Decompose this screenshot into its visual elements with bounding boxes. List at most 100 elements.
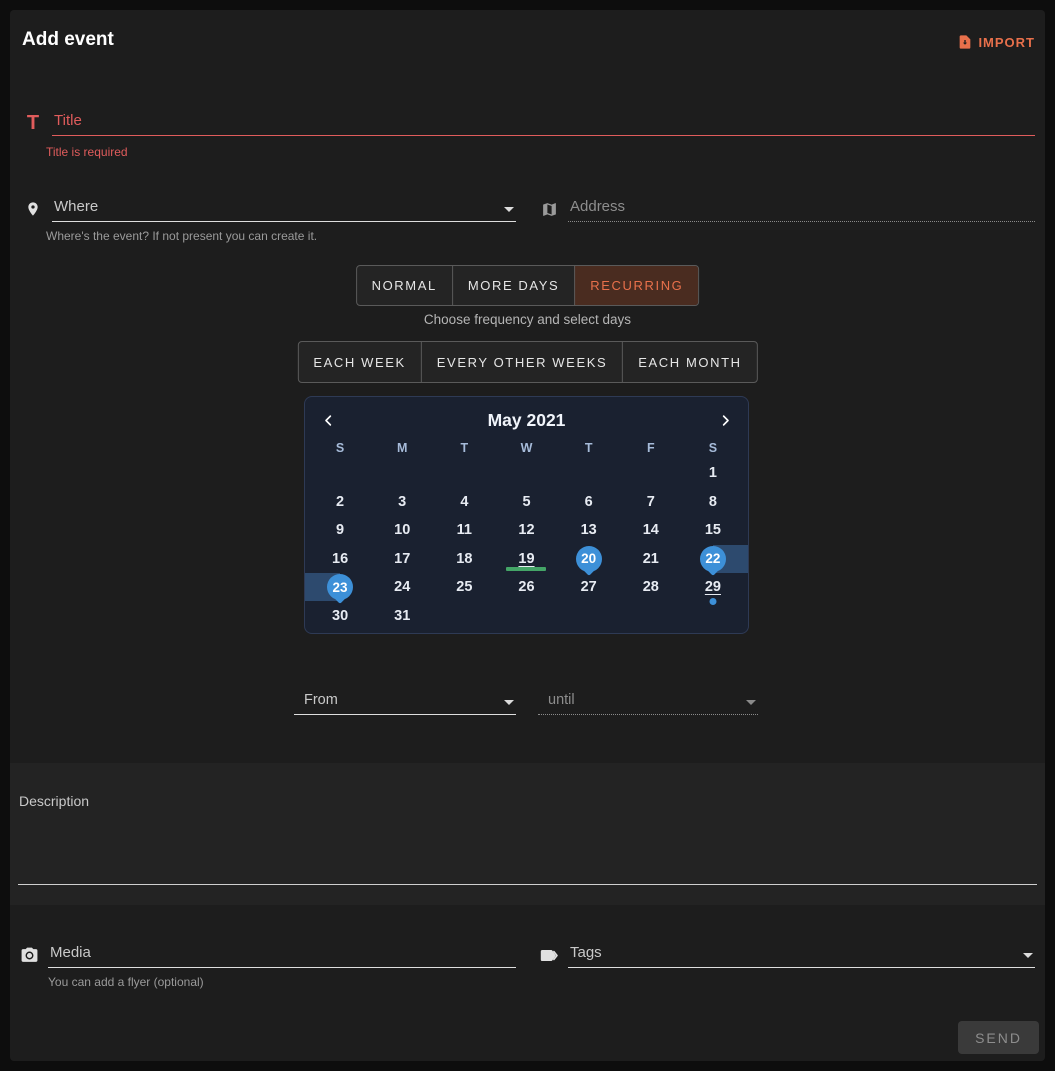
- calendar-day-12[interactable]: 12: [495, 516, 557, 545]
- calendar-day-20[interactable]: 20: [558, 545, 620, 574]
- day-number: 10: [394, 522, 410, 538]
- calendar-day-5[interactable]: 5: [495, 488, 557, 517]
- next-month-button[interactable]: [712, 407, 738, 433]
- calendar-day-empty: [495, 602, 557, 631]
- day-number: 1: [709, 465, 717, 481]
- from-time-select[interactable]: From: [294, 692, 516, 715]
- calendar-day-30[interactable]: 30: [309, 602, 371, 631]
- media-field[interactable]: Media: [18, 944, 516, 968]
- calendar-day-26[interactable]: 26: [495, 573, 557, 602]
- calendar-day-empty: [558, 459, 620, 488]
- weekday-label-3: W: [495, 437, 557, 459]
- previous-month-button[interactable]: [315, 407, 341, 433]
- add-event-dialog: Add event IMPORT T Title Title is requir…: [10, 10, 1045, 1061]
- address-field[interactable]: Address: [538, 198, 1035, 222]
- title-error-message: Title is required: [46, 145, 128, 159]
- text-title-icon: T: [22, 112, 44, 134]
- from-time-field[interactable]: From: [294, 692, 516, 715]
- tags-field[interactable]: Tags: [538, 944, 1035, 968]
- calendar-day-18[interactable]: 18: [433, 545, 495, 574]
- day-number: 28: [643, 579, 659, 595]
- calendar-day-9[interactable]: 9: [309, 516, 371, 545]
- weekday-label-2: T: [433, 437, 495, 459]
- calendar-day-15[interactable]: 15: [682, 516, 744, 545]
- tab-more-days[interactable]: MORE DAYS: [452, 266, 574, 305]
- calendar-day-19[interactable]: 19: [495, 545, 557, 574]
- selected-day-balloon: 23: [327, 574, 353, 600]
- day-number: 30: [332, 608, 348, 624]
- title-input[interactable]: Title: [52, 112, 1035, 136]
- calendar-day-empty: [495, 459, 557, 488]
- caret-down-icon: [504, 700, 514, 705]
- calendar-day-8[interactable]: 8: [682, 488, 744, 517]
- calendar-day-11[interactable]: 11: [433, 516, 495, 545]
- calendar-day-6[interactable]: 6: [558, 488, 620, 517]
- where-select[interactable]: Where: [52, 198, 516, 222]
- calendar-day-7[interactable]: 7: [620, 488, 682, 517]
- until-time-select[interactable]: until: [538, 692, 758, 715]
- calendar-day-21[interactable]: 21: [620, 545, 682, 574]
- day-number: 9: [336, 522, 344, 538]
- caret-down-icon: [746, 700, 756, 705]
- day-number: 16: [332, 551, 348, 567]
- tags-icon: [538, 944, 560, 966]
- day-number: 29: [705, 579, 721, 595]
- calendar-day-14[interactable]: 14: [620, 516, 682, 545]
- calendar-day-25[interactable]: 25: [433, 573, 495, 602]
- day-number: 17: [394, 551, 410, 567]
- day-number: 8: [709, 494, 717, 510]
- calendar-day-empty: [433, 459, 495, 488]
- frequency-option-each-month[interactable]: EACH MONTH: [622, 342, 756, 382]
- day-number: 24: [394, 579, 410, 595]
- tab-recurring[interactable]: RECURRING: [574, 266, 698, 305]
- calendar-day-10[interactable]: 10: [371, 516, 433, 545]
- chevron-left-icon: [321, 413, 336, 428]
- media-helper-text: You can add a flyer (optional): [48, 975, 204, 989]
- where-field[interactable]: Where: [22, 198, 516, 222]
- frequency-option-every-other-weeks[interactable]: EVERY OTHER WEEKS: [421, 342, 622, 382]
- day-number: 3: [398, 494, 406, 510]
- day-number: 2: [336, 494, 344, 510]
- weekday-label-0: S: [309, 437, 371, 459]
- media-input[interactable]: Media: [48, 944, 516, 968]
- day-number: 6: [585, 494, 593, 510]
- calendar-day-28[interactable]: 28: [620, 573, 682, 602]
- calendar-day-1[interactable]: 1: [682, 459, 744, 488]
- until-time-field[interactable]: until: [538, 692, 758, 715]
- page-title: Add event: [22, 29, 114, 51]
- calendar-day-empty: [371, 459, 433, 488]
- calendar-day-17[interactable]: 17: [371, 545, 433, 574]
- send-button[interactable]: SEND: [958, 1021, 1039, 1054]
- tags-select[interactable]: Tags: [568, 944, 1035, 968]
- calendar-day-16[interactable]: 16: [309, 545, 371, 574]
- calendar-day-24[interactable]: 24: [371, 573, 433, 602]
- description-input-underline[interactable]: [18, 884, 1037, 885]
- address-input[interactable]: Address: [568, 198, 1035, 222]
- day-number: 31: [394, 608, 410, 624]
- tab-normal[interactable]: NORMAL: [357, 266, 452, 305]
- date-picker-calendar: May 2021 SMTWTFS 12345678910111213141516…: [304, 396, 749, 634]
- calendar-day-23[interactable]: 23: [309, 573, 371, 602]
- calendar-day-empty: [558, 602, 620, 631]
- calendar-day-empty: [620, 602, 682, 631]
- title-field[interactable]: T Title: [22, 112, 1035, 136]
- calendar-day-13[interactable]: 13: [558, 516, 620, 545]
- calendar-day-27[interactable]: 27: [558, 573, 620, 602]
- caret-down-icon: [1023, 953, 1033, 958]
- calendar-header: May 2021: [305, 397, 748, 437]
- calendar-day-empty: [433, 602, 495, 631]
- calendar-weekday-row: SMTWTFS: [305, 437, 748, 459]
- frequency-option-each-week[interactable]: EACH WEEK: [298, 342, 420, 382]
- calendar-day-2[interactable]: 2: [309, 488, 371, 517]
- calendar-day-3[interactable]: 3: [371, 488, 433, 517]
- import-button[interactable]: IMPORT: [957, 34, 1035, 50]
- calendar-day-29[interactable]: 29: [682, 573, 744, 602]
- calendar-day-31[interactable]: 31: [371, 602, 433, 631]
- day-number: 15: [705, 522, 721, 538]
- weekday-label-4: T: [558, 437, 620, 459]
- import-button-label: IMPORT: [978, 35, 1035, 50]
- calendar-day-4[interactable]: 4: [433, 488, 495, 517]
- day-number: 18: [456, 551, 472, 567]
- calendar-day-22[interactable]: 22: [682, 545, 744, 574]
- chevron-right-icon: [718, 413, 733, 428]
